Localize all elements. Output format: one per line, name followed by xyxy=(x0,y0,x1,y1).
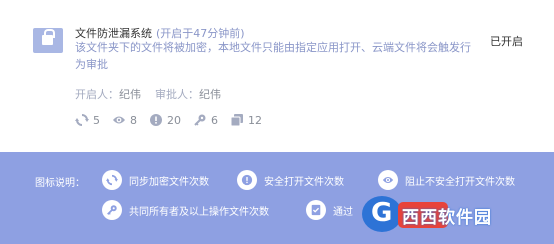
legend-title: 图标说明： xyxy=(35,178,85,189)
approver-name: 纪伟 xyxy=(199,88,221,101)
stat-alert-value: 20 xyxy=(167,113,181,127)
watermark-text: 西西软件园 xyxy=(402,208,492,228)
stat-alert: 20 xyxy=(149,113,181,127)
legend-label-safe-open: 安全打开文件次数 xyxy=(264,176,344,188)
legend-item-blocked-open: 阻止不安全打开文件次数 xyxy=(378,170,515,190)
eye-icon xyxy=(113,116,125,124)
stat-sync: 5 xyxy=(75,113,100,127)
legend-label-approved: 通过 xyxy=(333,206,353,218)
approver-label: 审批人： xyxy=(155,88,199,101)
alert-icon xyxy=(150,114,162,126)
key-icon xyxy=(107,205,117,215)
legend-item-co-owner: 共同所有者及以上操作文件次数 xyxy=(102,200,269,220)
legend-item-sync: 同步加密文件次数 xyxy=(102,170,209,190)
legend-label-sync: 同步加密文件次数 xyxy=(129,176,209,188)
copy-icon xyxy=(230,114,243,127)
stat-copy-value: 12 xyxy=(248,113,262,127)
policy-description: 该文件夹下的文件将被加密，本地文件只能由指定应用打开、云端文件将会触发行为审批 xyxy=(75,41,471,71)
key-icon xyxy=(194,114,206,126)
policy-status[interactable]: 已开启 xyxy=(490,33,523,49)
legend-item-safe-open: 安全打开文件次数 xyxy=(237,170,344,190)
sync-icon xyxy=(106,174,118,186)
eye-icon xyxy=(382,177,394,183)
legend-item-approved: 通过 xyxy=(306,200,353,220)
stat-key: 6 xyxy=(193,113,218,127)
watermark-logo-icon xyxy=(362,196,402,232)
stat-key-value: 6 xyxy=(211,113,218,127)
people-line: 开启人：纪伟 审批人：纪伟 xyxy=(75,86,221,102)
site-watermark: 西西软件园 xyxy=(362,196,534,232)
stat-view-value: 8 xyxy=(130,113,137,127)
stat-view: 8 xyxy=(112,113,137,127)
opener-label: 开启人： xyxy=(75,88,119,101)
check-doc-icon xyxy=(311,204,321,216)
lock-folder-icon xyxy=(33,28,63,53)
legend-label-blocked-open: 阻止不安全打开文件次数 xyxy=(405,176,515,188)
stat-copy: 12 xyxy=(230,113,262,127)
stat-sync-value: 5 xyxy=(93,113,100,127)
dlp-policy-card: 文件防泄漏系统 (开启于47分钟前) 该文件夹下的文件将被加密，本地文件只能由指定… xyxy=(0,0,554,150)
sync-icon xyxy=(75,114,89,126)
opener-name: 纪伟 xyxy=(119,88,141,101)
shield-alert-icon xyxy=(241,174,253,186)
stats-row: 5 8 20 6 12 xyxy=(75,112,274,128)
legend-label-co-owner: 共同所有者及以上操作文件次数 xyxy=(129,206,269,218)
